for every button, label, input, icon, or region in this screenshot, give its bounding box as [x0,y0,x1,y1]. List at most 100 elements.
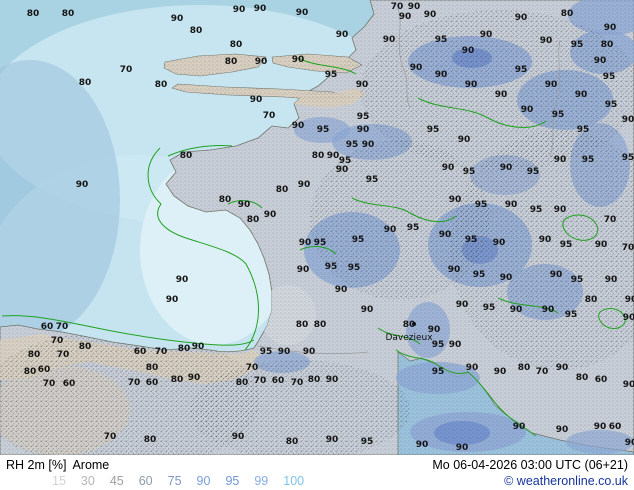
humidity-value: 60 [134,347,147,357]
humidity-value: 95 [325,262,338,272]
humidity-value: 90 [255,57,268,67]
humidity-value: 90 [250,95,263,105]
humidity-value: 90 [166,295,179,305]
humidity-value: 95 [346,140,359,150]
humidity-value: 90 [326,435,339,445]
humidity-value: 80 [178,344,191,354]
humidity-value: 80 [236,378,249,388]
humidity-value: 90 [595,240,608,250]
humidity-value: 90 [604,23,617,33]
legend-value: 99 [254,473,268,489]
humidity-value: 80 [219,195,232,205]
humidity-value: 80 [518,363,531,373]
humidity-value: 90 [232,432,245,442]
humidity-value: 90 [356,80,369,90]
humidity-value: 70 [246,363,259,373]
humidity-value: 80 [79,342,92,352]
humidity-value: 90 [176,275,189,285]
humidity-value: 80 [276,185,289,195]
humidity-value: 90 [510,305,523,315]
humidity-value: 70 [120,65,133,75]
humidity-value: 90 [362,140,375,150]
humidity-value: 90 [299,238,312,248]
humidity-value: 90 [399,12,412,22]
humidity-value: 80 [146,363,159,373]
humidity-value: 90 [335,285,348,295]
humidity-value: 90 [494,367,507,377]
humidity-value: 90 [505,200,518,210]
humidity-value: 90 [554,155,567,165]
humidity-value: 60 [272,376,285,386]
humidity-value: 90 [439,230,452,240]
humidity-value: 90 [625,438,634,448]
humidity-value: 90 [448,265,461,275]
humidity-value: 90 [495,90,508,100]
humidity-value: 90 [493,238,506,248]
humidity-value: 95 [465,235,478,245]
humidity-value: 90 [465,80,478,90]
humidity-value: 95 [475,200,488,210]
humidity-value: 95 [603,72,616,82]
humidity-value: 90 [539,235,552,245]
humidity-value: 90 [188,373,201,383]
legend-value: 15 [52,473,66,489]
humidity-value: 80 [62,9,75,19]
humidity-value: 70 [622,243,634,253]
legend-value: 60 [139,473,153,489]
humidity-value: 95 [314,238,327,248]
humidity-value: 90 [521,105,534,115]
humidity-value: 80 [312,151,325,161]
humidity-value: 90 [623,313,634,323]
humidity-value: 95 [352,235,365,245]
humidity-value: 95 [357,112,370,122]
humidity-value: 70 [128,378,141,388]
humidity-value: 70 [263,111,276,121]
humidity-value: 90 [410,63,423,73]
humidity-value: 90 [545,80,558,90]
humidity-value: 90 [513,422,526,432]
humidity-value: 70 [391,2,404,12]
humidity-value: 90 [625,295,634,305]
humidity-value: 90 [292,55,305,65]
humidity-value: 60 [38,365,51,375]
humidity-value: 95 [463,167,476,177]
humidity-value: 70 [254,376,267,386]
humidity-value: 70 [43,379,56,389]
humidity-value: 95 [483,303,496,313]
humidity-value: 90 [556,363,569,373]
humidity-value: 90 [327,151,340,161]
humidity-value: 90 [500,163,513,173]
humidity-value: 90 [500,273,513,283]
humidity-value: 90 [278,347,291,357]
humidity-value: 90 [466,363,479,373]
humidity-value: 70 [57,350,70,360]
humidity-value: 95 [427,125,440,135]
humidity-value: 90 [336,165,349,175]
humidity-value: 90 [623,380,634,390]
humidity-value: 95 [571,40,584,50]
humidity-value: 90 [384,225,397,235]
humidity-value: 90 [540,36,553,46]
humidity-value: 90 [292,121,305,131]
humidity-value: 80 [314,320,327,330]
humidity-value: 95 [560,240,573,250]
humidity-value: 90 [594,56,607,66]
humidity-value: 60 [63,379,76,389]
humidity-value: 70 [536,367,549,377]
humidity-value: 90 [456,300,469,310]
humidity-value: 90 [456,443,469,453]
humidity-value: 90 [622,115,634,125]
humidity-value: 95 [605,100,618,110]
humidity-value: 90 [383,35,396,45]
humidity-value: 90 [550,270,563,280]
legend-value: 95 [225,473,239,489]
humidity-value: 90 [171,14,184,24]
humidity-value: 90 [303,347,316,357]
humidity-value: 80 [190,26,203,36]
humidity-value: 80 [28,350,41,360]
humidity-value: 90 [192,342,205,352]
humidity-value: 80 [155,80,168,90]
legend-value: 90 [197,473,211,489]
humidity-value: 70 [56,322,69,332]
humidity-value: 95 [435,35,448,45]
